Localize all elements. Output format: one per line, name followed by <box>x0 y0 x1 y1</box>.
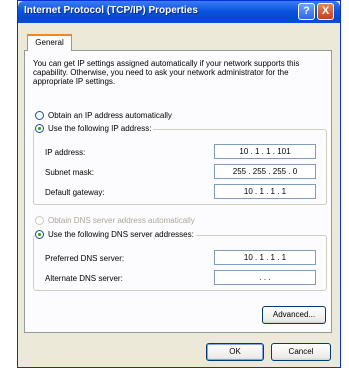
subnet-mask-field[interactable]: 255 . 255 . 255 . 0 <box>214 164 316 179</box>
dialog-title: Internet Protocol (TCP/IP) Properties <box>24 5 198 16</box>
radio-selected-icon <box>35 124 44 133</box>
close-button[interactable]: X <box>317 3 334 20</box>
advanced-button[interactable]: Advanced... <box>262 306 326 324</box>
subnet-mask-label: Subnet mask: <box>45 168 94 177</box>
preferred-dns-label: Preferred DNS server: <box>45 254 125 263</box>
radio-selected-icon <box>35 230 44 239</box>
alternate-dns-field[interactable]: . . . <box>214 270 316 285</box>
use-dns-radio[interactable]: Use the following DNS server addresses: <box>35 230 196 239</box>
radio-icon <box>35 216 44 225</box>
ip-address-field[interactable]: 10 . 1 . 1 . 101 <box>214 144 316 159</box>
alternate-dns-label: Alternate DNS server: <box>45 274 123 283</box>
obtain-dns-auto-label: Obtain DNS server address automatically <box>48 216 195 225</box>
title-bar[interactable]: Internet Protocol (TCP/IP) Properties ? … <box>18 1 340 23</box>
cancel-button[interactable]: Cancel <box>271 343 331 361</box>
tab-general[interactable]: General <box>27 34 72 51</box>
use-ip-label: Use the following IP address: <box>48 124 152 133</box>
help-button[interactable]: ? <box>298 3 315 20</box>
help-icon: ? <box>303 5 310 17</box>
preferred-dns-field[interactable]: 10 . 1 . 1 . 1 <box>214 250 316 265</box>
use-dns-label: Use the following DNS server addresses: <box>48 230 194 239</box>
radio-icon <box>35 111 44 120</box>
use-ip-radio[interactable]: Use the following IP address: <box>35 124 154 133</box>
ip-address-label: IP address: <box>45 148 86 157</box>
ok-button[interactable]: OK <box>206 343 264 361</box>
description-text: You can get IP settings assigned automat… <box>33 59 300 86</box>
default-gateway-field[interactable]: 10 . 1 . 1 . 1 <box>214 184 316 199</box>
tcpip-properties-dialog: Internet Protocol (TCP/IP) Properties ? … <box>17 0 341 368</box>
obtain-ip-auto-label: Obtain an IP address automatically <box>48 111 172 120</box>
obtain-ip-auto-radio[interactable]: Obtain an IP address automatically <box>35 111 172 120</box>
default-gateway-label: Default gateway: <box>45 188 105 197</box>
obtain-dns-auto-radio[interactable]: Obtain DNS server address automatically <box>35 216 195 225</box>
general-panel: You can get IP settings assigned automat… <box>24 50 332 333</box>
close-icon: X <box>321 5 330 17</box>
